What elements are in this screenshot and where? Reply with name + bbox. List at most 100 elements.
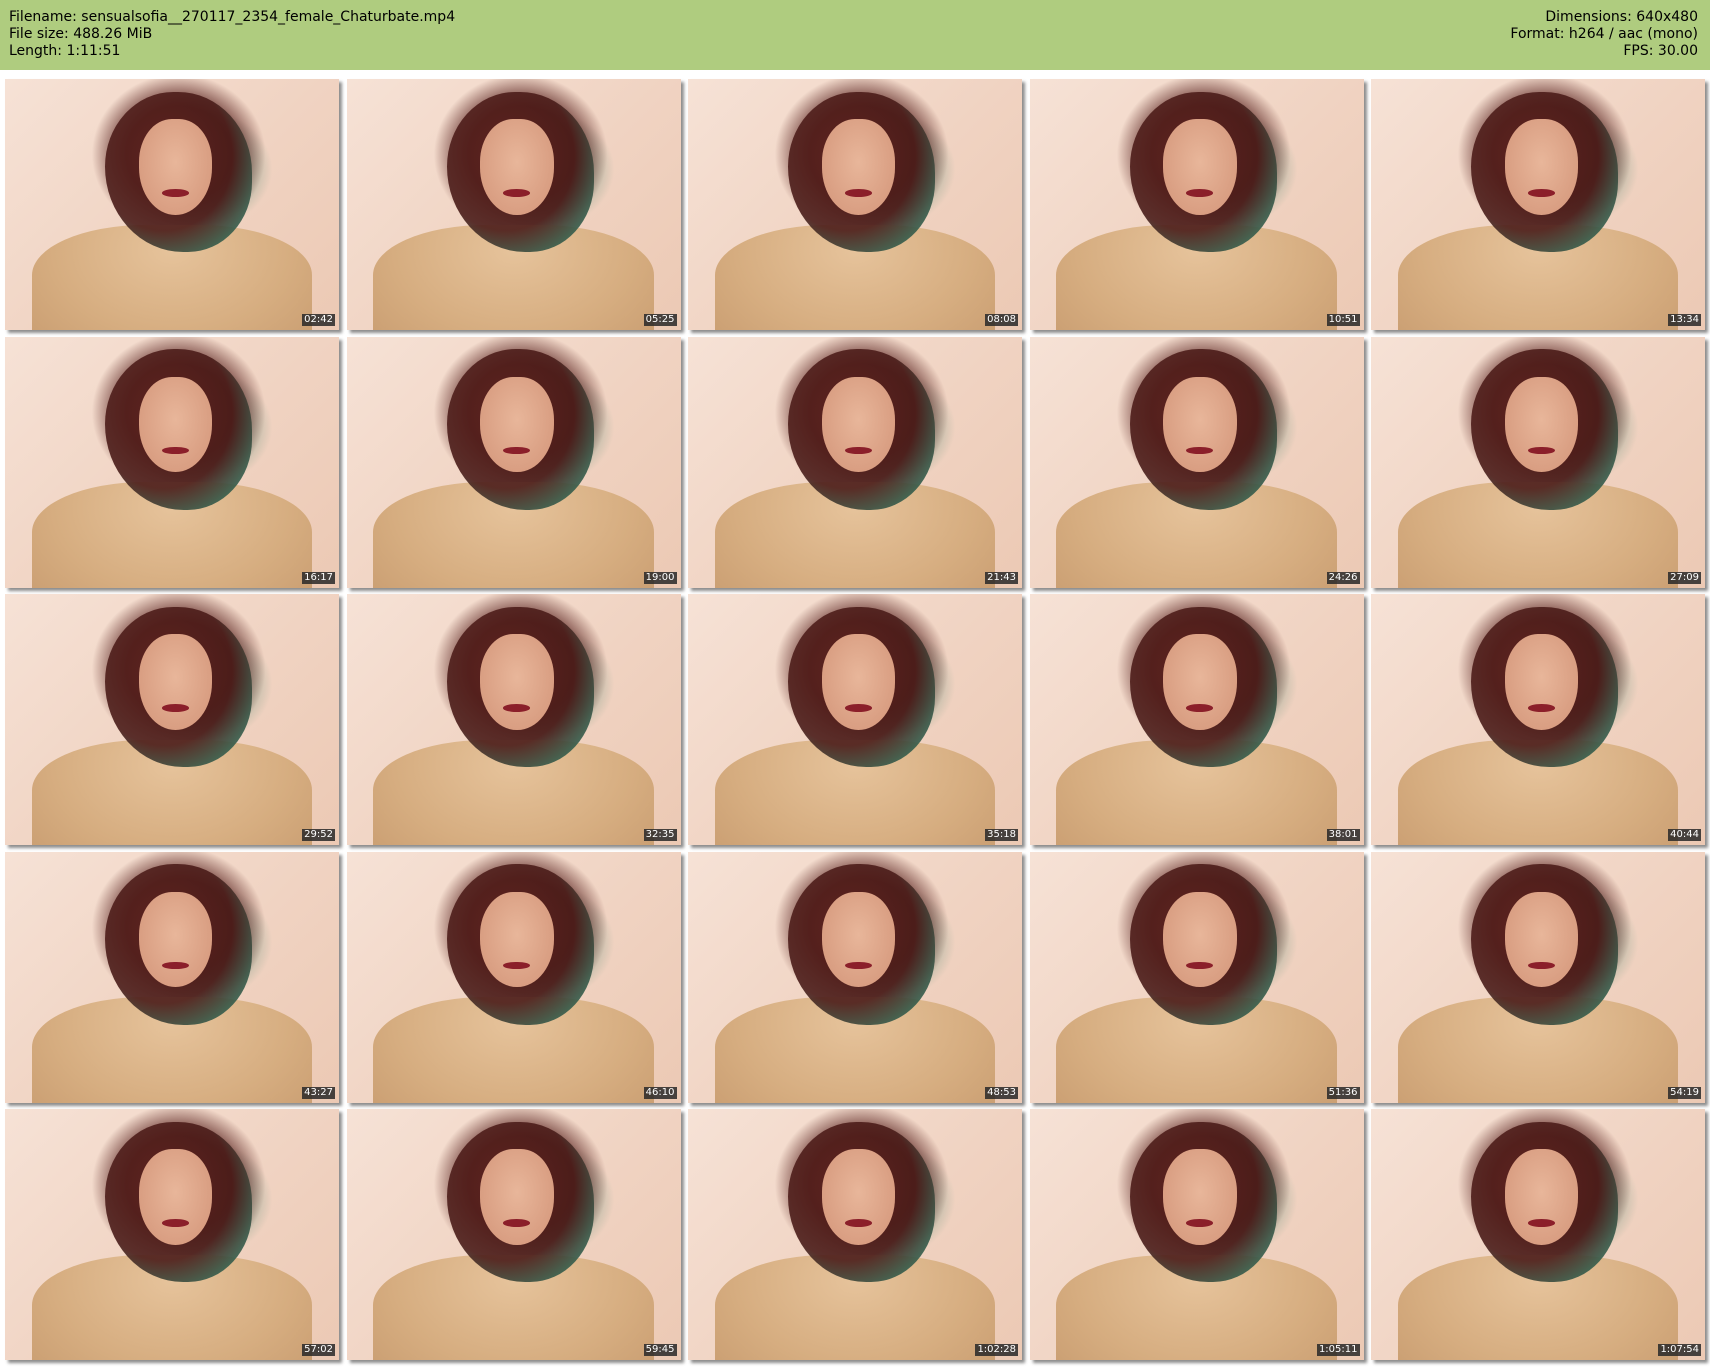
timestamp-label: 54:19 xyxy=(1668,1086,1701,1099)
video-thumbnail: 16:17 xyxy=(5,336,339,588)
video-thumbnail: 48:53 xyxy=(688,851,1022,1103)
video-thumbnail: 27:09 xyxy=(1371,336,1705,588)
timestamp-label: 1:02:28 xyxy=(975,1344,1018,1356)
thumbnail-face-shape xyxy=(138,891,213,988)
thumbnail-face-shape xyxy=(1504,119,1579,215)
thumbnail-face-shape xyxy=(821,634,896,730)
video-thumbnail: 19:00 xyxy=(346,336,681,588)
video-thumbnail: 05:25 xyxy=(346,79,681,330)
timestamp-label: 46:10 xyxy=(643,1086,677,1099)
video-thumbnail: 32:35 xyxy=(346,594,681,845)
video-thumbnail: 51:36 xyxy=(1029,851,1364,1103)
video-thumbnail: 57:02 xyxy=(5,1109,339,1360)
thumbnail-face-shape xyxy=(138,119,213,215)
dimensions-text: Dimensions: 640x480 xyxy=(1545,9,1698,25)
video-thumbnail: 24:26 xyxy=(1029,336,1364,588)
thumbnail-face-shape xyxy=(821,119,896,215)
info-header: Filename: sensualsofia__270117_2354_fema… xyxy=(0,0,1710,70)
timestamp-label: 05:25 xyxy=(643,314,677,326)
thumbnail-face-shape xyxy=(1163,634,1237,730)
thumbnail-mouth-shape xyxy=(1186,189,1214,197)
timestamp-label: 13:34 xyxy=(1668,314,1701,326)
thumbnail-mouth-shape xyxy=(1527,1219,1555,1227)
stream-info: Dimensions: 640x480 Format: h264 / aac (… xyxy=(1510,9,1698,60)
timestamp-label: 29:52 xyxy=(302,829,335,841)
thumbnail-mouth-shape xyxy=(844,704,872,712)
timestamp-label: 48:53 xyxy=(985,1086,1018,1099)
timestamp-label: 38:01 xyxy=(1326,829,1360,841)
timestamp-label: 59:45 xyxy=(643,1344,677,1356)
thumbnail-mouth-shape xyxy=(161,1219,189,1227)
thumbnail-face-shape xyxy=(1504,376,1579,473)
filesize-text: File size: 488.26 MiB xyxy=(9,26,153,42)
video-thumbnail: 02:42 xyxy=(5,79,339,330)
file-info: Filename: sensualsofia__270117_2354_fema… xyxy=(9,9,455,60)
video-thumbnail: 43:27 xyxy=(5,851,339,1103)
video-thumbnail: 08:08 xyxy=(688,79,1022,330)
thumbnail-face-shape xyxy=(138,376,213,473)
timestamp-label: 32:35 xyxy=(643,829,677,841)
thumbnail-mouth-shape xyxy=(503,1219,531,1227)
video-thumbnail: 10:51 xyxy=(1029,79,1364,330)
timestamp-label: 40:44 xyxy=(1668,829,1701,841)
thumbnail-face-shape xyxy=(821,891,896,988)
thumbnail-mouth-shape xyxy=(161,189,189,197)
thumbnail-face-shape xyxy=(1504,1149,1579,1245)
thumbnail-face-shape xyxy=(480,891,554,988)
thumbnail-mouth-shape xyxy=(844,1219,872,1227)
video-thumbnail: 59:45 xyxy=(346,1109,681,1360)
thumbnail-face-shape xyxy=(1163,376,1237,473)
video-thumbnail: 21:43 xyxy=(688,336,1022,588)
thumbnail-mouth-shape xyxy=(503,189,531,197)
video-thumbnail: 1:02:28 xyxy=(688,1109,1022,1360)
thumbnail-mouth-shape xyxy=(1186,704,1214,712)
timestamp-label: 1:07:54 xyxy=(1658,1344,1701,1356)
thumbnail-face-shape xyxy=(1163,119,1237,215)
video-thumbnail: 35:18 xyxy=(688,594,1022,845)
format-text: Format: h264 / aac (mono) xyxy=(1510,26,1698,42)
timestamp-label: 43:27 xyxy=(302,1086,335,1099)
video-thumbnail: 1:05:11 xyxy=(1029,1109,1364,1360)
timestamp-label: 10:51 xyxy=(1326,314,1360,326)
timestamp-label: 57:02 xyxy=(302,1344,335,1356)
thumbnail-mouth-shape xyxy=(1186,1219,1214,1227)
video-thumbnail: 40:44 xyxy=(1371,594,1705,845)
thumbnail-face-shape xyxy=(138,1149,213,1245)
filename-text: Filename: sensualsofia__270117_2354_fema… xyxy=(9,9,456,25)
video-thumbnail: 13:34 xyxy=(1371,79,1705,330)
thumbnail-face-shape xyxy=(821,1149,896,1245)
timestamp-label: 24:26 xyxy=(1326,571,1360,584)
thumbnail-face-shape xyxy=(1163,891,1237,988)
video-thumbnail: 38:01 xyxy=(1029,594,1364,845)
length-text: Length: 1:11:51 xyxy=(9,43,121,59)
timestamp-label: 19:00 xyxy=(643,571,677,584)
thumbnail-face-shape xyxy=(480,1149,554,1245)
thumbnail-face-shape xyxy=(1504,891,1579,988)
thumbnail-mouth-shape xyxy=(161,704,189,712)
thumbnail-face-shape xyxy=(1163,1149,1237,1245)
video-thumbnail: 46:10 xyxy=(346,851,681,1103)
thumbnail-face-shape xyxy=(480,119,554,215)
timestamp-label: 1:05:11 xyxy=(1316,1344,1360,1356)
thumbnail-mouth-shape xyxy=(1527,704,1555,712)
video-thumbnail: 54:19 xyxy=(1371,851,1705,1103)
timestamp-label: 27:09 xyxy=(1668,571,1701,584)
thumbnail-grid: 02:42 05:25 08:08 10:51 13:34 16:17 19:00 21:43… xyxy=(5,79,1705,1360)
timestamp-label: 16:17 xyxy=(302,571,335,584)
thumbnail-face-shape xyxy=(821,376,896,473)
video-thumbnail: 1:07:54 xyxy=(1371,1109,1705,1360)
timestamp-label: 35:18 xyxy=(985,829,1018,841)
thumbnail-face-shape xyxy=(138,634,213,730)
thumbnail-face-shape xyxy=(480,376,554,473)
timestamp-label: 21:43 xyxy=(985,571,1018,584)
thumbnail-face-shape xyxy=(480,634,554,730)
timestamp-label: 08:08 xyxy=(985,314,1018,326)
thumbnail-face-shape xyxy=(1504,634,1579,730)
video-thumbnail: 29:52 xyxy=(5,594,339,845)
timestamp-label: 02:42 xyxy=(302,314,335,326)
thumbnail-mouth-shape xyxy=(1527,189,1555,197)
thumbnail-mouth-shape xyxy=(503,704,531,712)
thumbnail-mouth-shape xyxy=(844,189,872,197)
fps-text: FPS: 30.00 xyxy=(1623,43,1698,59)
timestamp-label: 51:36 xyxy=(1326,1086,1360,1099)
